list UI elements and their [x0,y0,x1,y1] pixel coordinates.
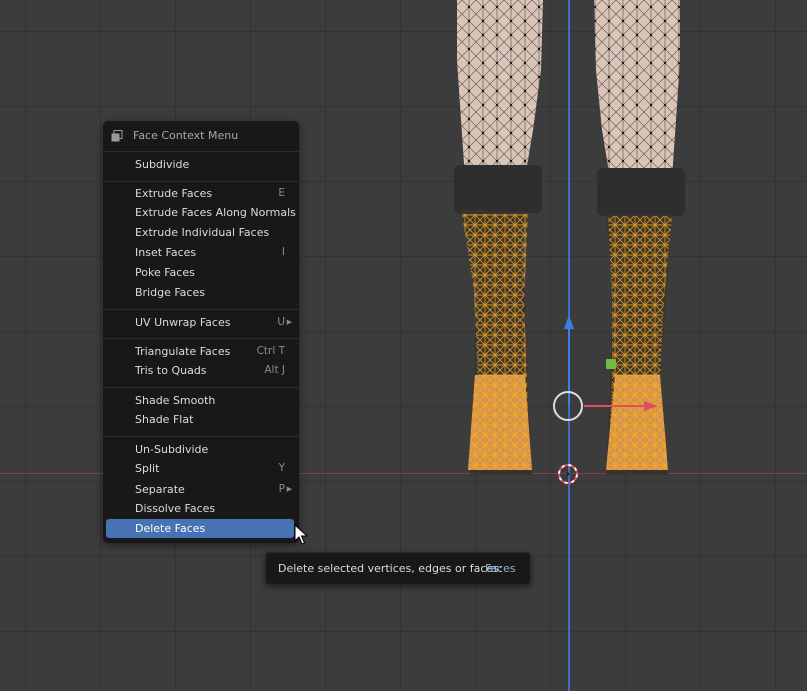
right-leg-mesh[interactable] [594,0,685,475]
plane-handle-icon [606,359,616,369]
menu-item-extrude-faces[interactable]: Extrude Faces E [103,184,299,203]
menu-item-un-subdivide[interactable]: Un-Subdivide [103,440,299,459]
3d-cursor-icon[interactable] [558,464,578,484]
face-menu-icon [111,130,123,142]
3d-viewport[interactable]: Face Context Menu Subdivide Extrude Face… [0,0,807,691]
menu-separator [103,309,299,310]
submenu-arrow-icon: ▶ [286,318,292,326]
menu-header: Face Context Menu [103,121,299,152]
menu-separator [103,338,299,339]
tooltip-value: Faces [485,562,516,575]
menu-item-tris-to-quads[interactable]: Tris to Quads Alt J [103,361,299,380]
face-context-menu[interactable]: Face Context Menu Subdivide Extrude Face… [103,121,299,543]
menu-item-split[interactable]: Split Y [103,459,299,478]
menu-separator [103,387,299,388]
tooltip-text: Delete selected vertices, edges or faces… [278,562,503,575]
menu-item-bridge-faces[interactable]: Bridge Faces [103,283,299,302]
menu-item-shade-smooth[interactable]: Shade Smooth [103,391,299,410]
menu-title: Face Context Menu [133,129,239,142]
menu-separator [103,181,299,182]
menu-item-separate[interactable]: Separate P ▶ [103,480,299,499]
menu-item-dissolve-faces[interactable]: Dissolve Faces [103,499,299,518]
menu-item-extrude-individual-faces[interactable]: Extrude Individual Faces [103,223,299,242]
menu-item-inset-faces[interactable]: Inset Faces I [103,243,299,262]
menu-item-triangulate-faces[interactable]: Triangulate Faces Ctrl T [103,342,299,361]
mouse-pointer-icon [294,524,308,545]
menu-item-shade-flat[interactable]: Shade Flat [103,410,299,429]
menu-item-extrude-faces-along-normals[interactable]: Extrude Faces Along Normals [103,203,299,222]
menu-separator [103,436,299,437]
menu-item-poke-faces[interactable]: Poke Faces [103,263,299,282]
menu-item-uv-unwrap-faces[interactable]: UV Unwrap Faces U ▶ [103,313,299,332]
menu-item-subdivide[interactable]: Subdivide [103,155,299,174]
menu-item-delete-faces[interactable]: Delete Faces [106,519,294,538]
tooltip: Delete selected vertices, edges or faces… [265,552,531,585]
left-leg-mesh[interactable] [454,0,543,475]
z-arrow-icon [564,315,574,329]
submenu-arrow-icon: ▶ [286,485,292,493]
